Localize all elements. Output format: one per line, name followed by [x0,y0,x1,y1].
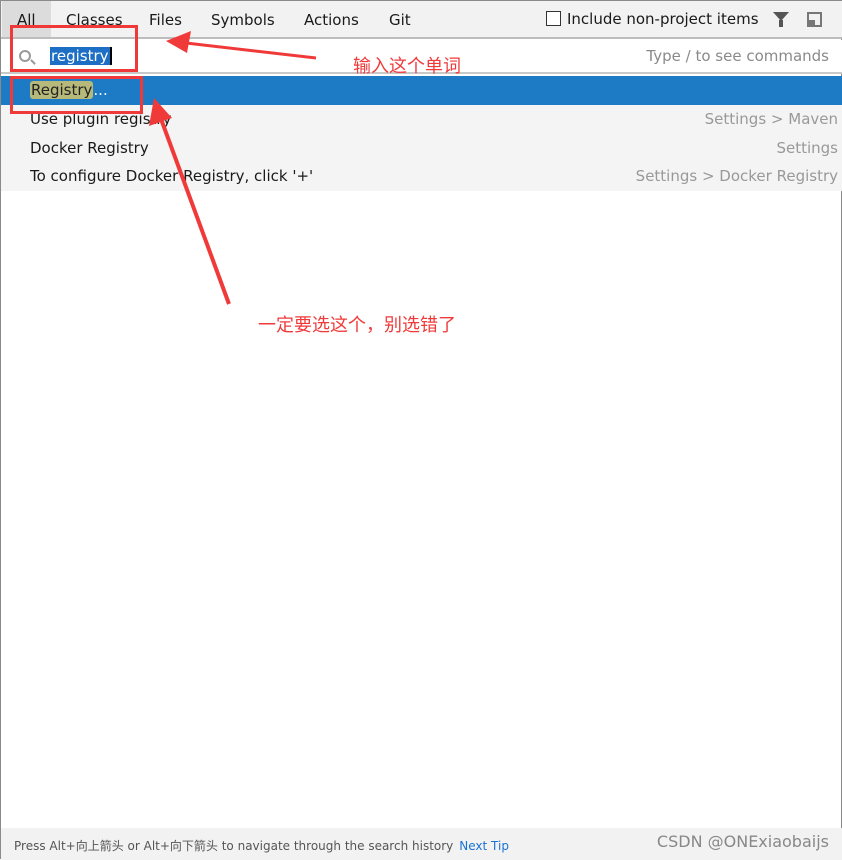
annotation-arrowhead-input [166,31,191,53]
annotation-input-note: 输入这个单词 [353,56,461,77]
annotation-arrow-select [159,118,231,305]
annotation-select-note: 一定要选这个，别选错了 [258,315,456,336]
annotation-arrows [149,31,317,305]
annotation-arrowhead-select [149,98,172,126]
annotation-arrow-input [185,41,317,60]
